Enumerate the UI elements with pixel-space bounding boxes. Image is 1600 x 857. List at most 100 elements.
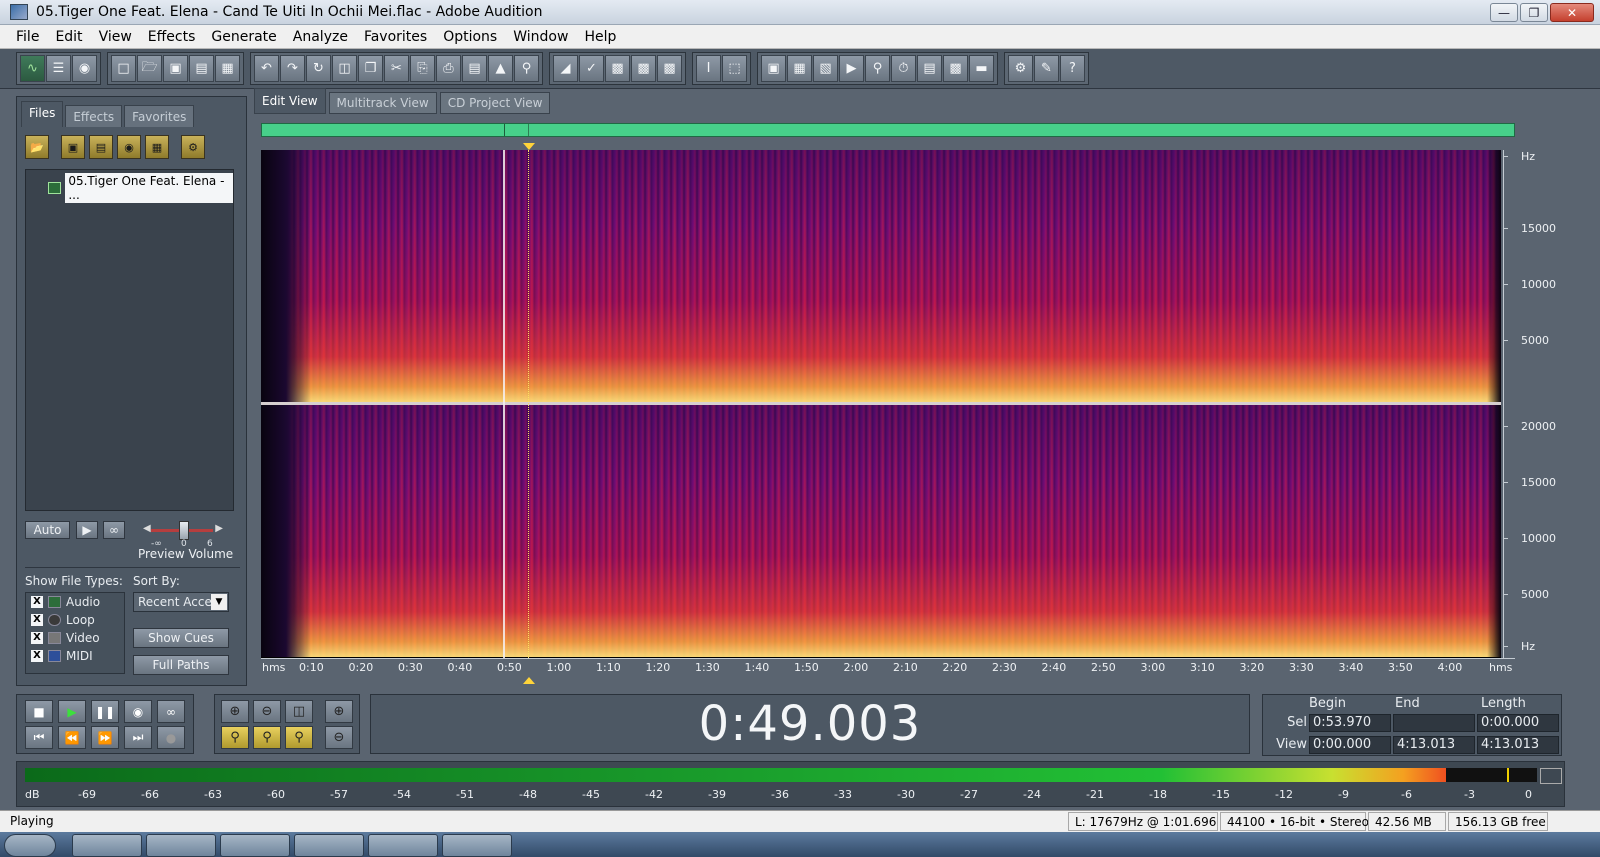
sel-end-field[interactable] (1393, 714, 1475, 732)
taskbar-item[interactable] (442, 834, 512, 857)
time-panel-icon[interactable]: ⏱ (891, 55, 916, 82)
time-selection-tool-icon[interactable]: I (696, 55, 721, 82)
cd-view-icon[interactable]: ◉ (72, 55, 97, 82)
rewind-button[interactable]: ⏪ (58, 726, 86, 749)
phase-view-icon[interactable]: ▩ (657, 55, 682, 82)
type-video-checkbox[interactable]: X (31, 632, 43, 644)
fast-forward-button[interactable]: ⏩ (91, 726, 119, 749)
zoom-in-vertical-icon[interactable]: ⊕ (325, 700, 353, 723)
menu-help[interactable]: Help (576, 29, 624, 45)
type-audio-checkbox[interactable]: X (31, 596, 43, 608)
time-ruler[interactable]: hms 0:10 0:20 0:30 0:40 0:50 1:00 1:10 1:20 1:30 1… (261, 658, 1515, 676)
find-icon[interactable]: ⚲ (514, 55, 539, 82)
menu-analyze[interactable]: Analyze (285, 29, 356, 45)
left-channel-spectrogram[interactable] (261, 150, 1501, 402)
zoom-panel-icon[interactable]: ⚲ (865, 55, 890, 82)
copy-icon[interactable]: ❐ (358, 55, 383, 82)
zoom-out-vertical-icon[interactable]: ⊖ (325, 726, 353, 749)
play-button[interactable]: ▶ (58, 700, 86, 723)
save-icon[interactable]: ▣ (163, 55, 188, 82)
spectral-view-icon[interactable]: ▩ (605, 55, 630, 82)
tab-files[interactable]: Files (21, 101, 64, 127)
tab-effects[interactable]: Effects (65, 105, 123, 127)
type-loop-checkbox[interactable]: X (31, 614, 43, 626)
paste-icon[interactable]: ⎘ (410, 55, 435, 82)
insert-multitrack-icon[interactable]: ◉ (117, 135, 141, 159)
play-to-end-button[interactable]: ◉ (124, 700, 152, 723)
show-cues-button[interactable]: Show Cues (133, 628, 229, 648)
menu-favorites[interactable]: Favorites (356, 29, 435, 45)
chevron-down-icon[interactable]: ▼ (211, 594, 227, 610)
info-icon[interactable]: ▧ (813, 55, 838, 82)
go-to-beginning-button[interactable]: ⏮ (25, 726, 53, 749)
help-icon[interactable]: ? (1060, 55, 1085, 82)
loop-button[interactable]: ∞ (157, 700, 185, 723)
start-button[interactable] (4, 834, 56, 857)
type-audio-row[interactable]: X Audio (31, 593, 124, 611)
save-all-icon[interactable]: ▦ (215, 55, 240, 82)
taskbar-item[interactable] (146, 834, 216, 857)
zoom-to-selection-icon[interactable]: ⚲ (221, 726, 249, 749)
restore-button[interactable]: ❐ (1520, 3, 1548, 22)
script-icon[interactable]: ✎ (1034, 55, 1059, 82)
status-bar-icon[interactable]: ▬ (969, 55, 994, 82)
view-length-field[interactable]: 4:13.013 (1477, 736, 1559, 754)
menu-options[interactable]: Options (435, 29, 505, 45)
type-video-row[interactable]: X Video (31, 629, 124, 647)
settings-icon[interactable]: ⚙ (1008, 55, 1033, 82)
file-settings-icon[interactable]: ⚙ (181, 135, 205, 159)
spectral-display[interactable] (261, 150, 1501, 658)
tab-cd-project-view[interactable]: CD Project View (439, 92, 551, 114)
multitrack-view-icon[interactable]: ☰ (46, 55, 71, 82)
import-icon[interactable]: ▣ (61, 135, 85, 159)
play-preview-button[interactable]: ▶ (76, 521, 98, 539)
minimize-button[interactable]: — (1490, 3, 1518, 22)
view-begin-field[interactable]: 0:00.000 (1309, 736, 1391, 754)
level-meter-icon[interactable]: ▩ (943, 55, 968, 82)
marker-icon[interactable]: ✓ (579, 55, 604, 82)
taskbar-item[interactable] (368, 834, 438, 857)
properties-icon[interactable]: ▦ (787, 55, 812, 82)
transport-panel-icon[interactable]: ▶ (839, 55, 864, 82)
zoom-in-horizontal-icon[interactable]: ⊕ (221, 700, 249, 723)
cursor-top-marker-icon[interactable] (523, 143, 535, 150)
open-file-tool-icon[interactable]: 📂 (25, 135, 49, 159)
type-midi-checkbox[interactable]: X (31, 650, 43, 662)
go-to-end-button[interactable]: ⏭ (124, 726, 152, 749)
auto-play-button[interactable]: Auto (25, 521, 70, 539)
tab-edit-view[interactable]: Edit View (254, 88, 326, 114)
tab-favorites[interactable]: Favorites (124, 105, 195, 127)
open-file-icon[interactable]: 🗁 (137, 55, 162, 82)
type-midi-row[interactable]: X MIDI (31, 647, 124, 665)
organizer-icon[interactable]: ▣ (761, 55, 786, 82)
copy-new-icon[interactable]: ◫ (332, 55, 357, 82)
sel-length-field[interactable]: 0:00.000 (1477, 714, 1559, 732)
waveform-view-icon[interactable]: ▩ (631, 55, 656, 82)
loop-preview-button[interactable]: ∞ (103, 521, 125, 539)
save-as-icon[interactable]: ▤ (189, 55, 214, 82)
sel-begin-field[interactable]: 0:53.970 (1309, 714, 1391, 732)
undo-icon[interactable]: ↶ (254, 55, 279, 82)
menu-edit[interactable]: Edit (47, 29, 90, 45)
taskbar-item[interactable] (294, 834, 364, 857)
record-button[interactable]: ● (157, 726, 185, 749)
envelope-icon[interactable]: ◢ (553, 55, 578, 82)
type-loop-row[interactable]: X Loop (31, 611, 124, 629)
file-list-item[interactable]: 05.Tiger One Feat. Elena - ... (48, 173, 233, 203)
taskbar-item[interactable] (220, 834, 290, 857)
repeat-icon[interactable]: ↻ (306, 55, 331, 82)
menu-file[interactable]: File (0, 29, 47, 45)
zoom-right-edge-icon[interactable]: ⚲ (285, 726, 313, 749)
zoom-left-edge-icon[interactable]: ⚲ (253, 726, 281, 749)
mix-paste-icon[interactable]: ▤ (462, 55, 487, 82)
menu-window[interactable]: Window (505, 29, 576, 45)
selection-panel-icon[interactable]: ▤ (917, 55, 942, 82)
paste-new-icon[interactable]: ⎙ (436, 55, 461, 82)
waveform-overview-bar[interactable] (261, 123, 1515, 137)
cut-icon[interactable]: ✂ (384, 55, 409, 82)
menu-generate[interactable]: Generate (203, 29, 284, 45)
close-file-icon[interactable]: ▤ (89, 135, 113, 159)
clip-indicator[interactable] (1540, 768, 1562, 784)
right-channel-spectrogram[interactable] (261, 405, 1501, 657)
trim-icon[interactable]: ▲ (488, 55, 513, 82)
